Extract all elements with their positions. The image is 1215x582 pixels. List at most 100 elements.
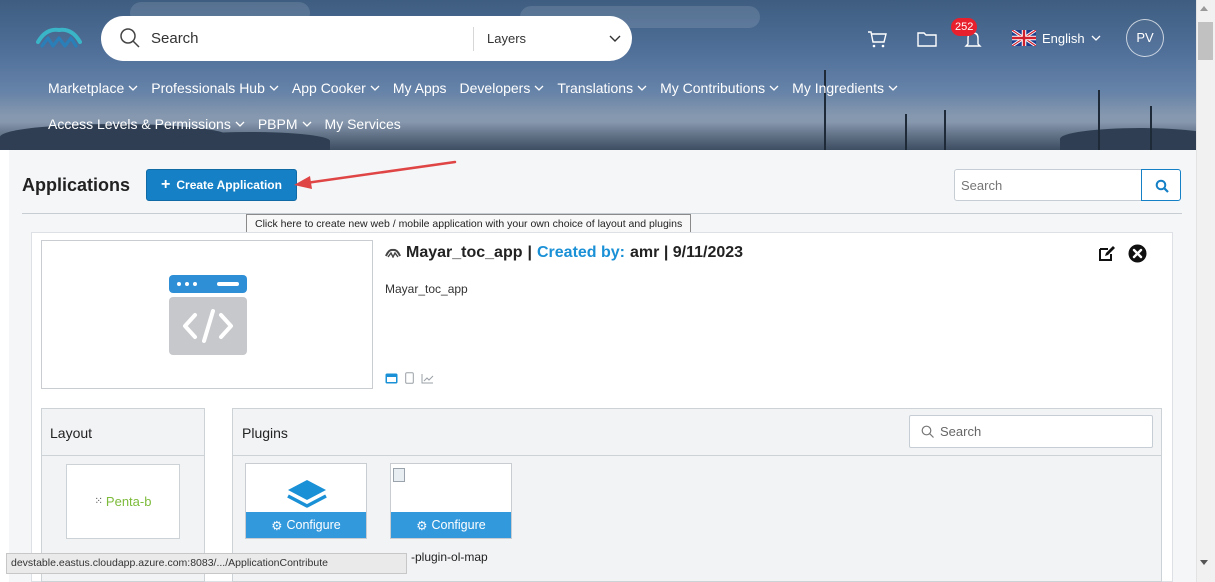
cloud-logo-icon [385, 248, 401, 258]
logo-icon[interactable] [36, 24, 82, 52]
page-title: Applications [22, 175, 131, 195]
plugin-card[interactable]: ⚙ Configure [245, 463, 367, 539]
plus-icon: + [161, 176, 171, 193]
configure-button[interactable]: ⚙ Configure [246, 512, 366, 538]
nav-label: My Contributions [660, 80, 766, 96]
chevron-down-icon[interactable] [609, 33, 621, 43]
nav-my-services[interactable]: My Services [325, 116, 401, 132]
gears-icon: ⚙ [416, 518, 428, 533]
banner-crane [1098, 90, 1100, 150]
nav-developers[interactable]: Developers [460, 80, 545, 96]
search-icon [921, 425, 934, 438]
create-application-button[interactable]: + Create Application [146, 169, 297, 201]
nav-label: Developers [459, 80, 531, 96]
close-icon[interactable] [1128, 244, 1147, 263]
create-application-label: Create Application [176, 178, 282, 192]
applications-search-button[interactable] [1141, 169, 1181, 201]
banner-mountain [170, 132, 330, 150]
user-avatar[interactable]: PV [1126, 19, 1164, 57]
layer-select[interactable]: Layers [487, 31, 526, 46]
scrollbar-thumb[interactable] [1198, 22, 1213, 60]
chevron-down-icon [235, 121, 245, 127]
nav-professionals-hub[interactable]: Professionals Hub [151, 80, 279, 96]
main-nav-row-1: Marketplace Professionals Hub App Cooker… [48, 80, 911, 96]
global-search-bar[interactable]: Search Layers [101, 16, 632, 61]
chevron-down-icon [1091, 35, 1101, 41]
app-name[interactable]: Mayar_toc_app [406, 244, 523, 262]
mobile-icon[interactable] [405, 372, 414, 384]
configure-label: Configure [286, 518, 341, 532]
nav-label: My Ingredients [792, 80, 884, 96]
code-window-icon [169, 275, 247, 355]
created-by-label: Created by: [536, 244, 626, 261]
app-thumbnail[interactable] [41, 240, 373, 389]
app-description: Mayar_toc_app [385, 282, 468, 296]
nav-label: App Cooker [291, 80, 366, 96]
scroll-down-arrow-icon[interactable] [1200, 560, 1208, 565]
nav-label: Translations [557, 80, 634, 96]
chevron-down-icon [269, 85, 279, 91]
nav-translations[interactable]: Translations [557, 80, 647, 96]
analytics-icon[interactable] [421, 373, 434, 384]
nav-marketplace[interactable]: Marketplace [48, 80, 138, 96]
nav-my-contributions[interactable]: My Contributions [660, 80, 779, 96]
banner-mountain [1060, 128, 1196, 150]
chevron-down-icon [888, 85, 898, 91]
search-divider [473, 27, 474, 51]
plugin-card[interactable]: ⚙ Configure [390, 463, 512, 539]
created-by-value: amr | 9/11/2023 [630, 244, 744, 261]
banner-crane [905, 114, 907, 150]
nav-my-ingredients[interactable]: My Ingredients [792, 80, 898, 96]
chevron-down-icon [769, 85, 779, 91]
cart-icon[interactable] [866, 29, 888, 49]
plugins-search-placeholder: Search [940, 424, 982, 439]
chevron-down-icon [534, 85, 544, 91]
banner-crane [944, 110, 946, 150]
nav-label: Marketplace [48, 80, 125, 96]
gears-icon: ⚙ [271, 518, 283, 533]
applications-search-input[interactable] [955, 170, 1141, 200]
applications-search[interactable] [954, 169, 1142, 201]
nav-app-cooker[interactable]: App Cooker [292, 80, 380, 96]
chevron-down-icon [370, 85, 380, 91]
nav-pbpm[interactable]: PBPM [258, 116, 312, 132]
title-separator: | [527, 244, 532, 261]
nav-my-apps[interactable]: My Apps [393, 80, 447, 96]
web-icon[interactable] [385, 373, 398, 384]
app-title: Mayar_toc_app | Created by: amr | 9/11/2… [385, 244, 743, 262]
chevron-down-icon [128, 85, 138, 91]
layout-card-pentab[interactable]: ⁙ Penta-b [66, 464, 180, 539]
edit-icon[interactable] [1098, 245, 1116, 262]
notification-badge: 252 [951, 18, 978, 36]
plugin-caption: -plugin-ol-map [411, 550, 488, 564]
language-label: English [1042, 30, 1085, 46]
main-nav-row-2: Access Levels & Permissions PBPM My Serv… [48, 116, 414, 132]
nav-label: PBPM [257, 116, 298, 132]
broken-image-icon [393, 468, 405, 482]
configure-button[interactable]: ⚙ Configure [391, 512, 511, 538]
chevron-down-icon [302, 121, 311, 127]
layout-name: Penta-b [105, 494, 152, 509]
layers-icon [287, 480, 327, 508]
nav-label: My Services [324, 116, 401, 132]
uk-flag-icon [1012, 30, 1036, 46]
nav-access-levels[interactable]: Access Levels & Permissions [48, 116, 245, 132]
chevron-down-icon [637, 85, 647, 91]
banner-crane [1150, 106, 1152, 150]
browser-status-url: devstable.eastus.cloudapp.azure.com:8083… [6, 553, 407, 574]
configure-label: Configure [431, 518, 486, 532]
search-icon [1155, 179, 1169, 193]
nav-label: Access Levels & Permissions [48, 116, 231, 132]
scroll-up-arrow-icon[interactable] [1200, 6, 1208, 11]
nav-label: My Apps [392, 80, 447, 96]
language-selector[interactable]: English [1012, 30, 1101, 46]
annotation-arrow [294, 160, 457, 189]
search-icon [120, 28, 140, 48]
global-search-input[interactable]: Search [151, 30, 199, 47]
pentab-logo-icon: ⁙ [94, 496, 103, 507]
plugins-search[interactable]: Search [909, 415, 1153, 448]
page-scrollbar[interactable] [1196, 0, 1215, 582]
create-application-tooltip: Click here to create new web / mobile ap… [246, 214, 692, 234]
nav-label: Professionals Hub [151, 80, 265, 96]
folder-icon[interactable] [916, 29, 938, 48]
